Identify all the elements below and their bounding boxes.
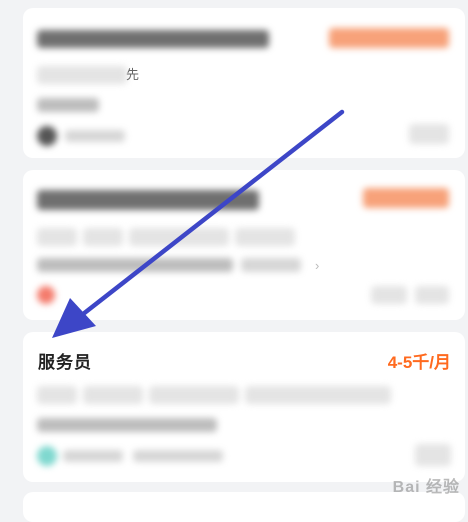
watermark: Bai 经验 xyxy=(392,479,460,496)
annotation-arrow xyxy=(52,109,345,338)
arrow-shaft xyxy=(75,109,345,321)
arrow-head xyxy=(52,298,96,338)
